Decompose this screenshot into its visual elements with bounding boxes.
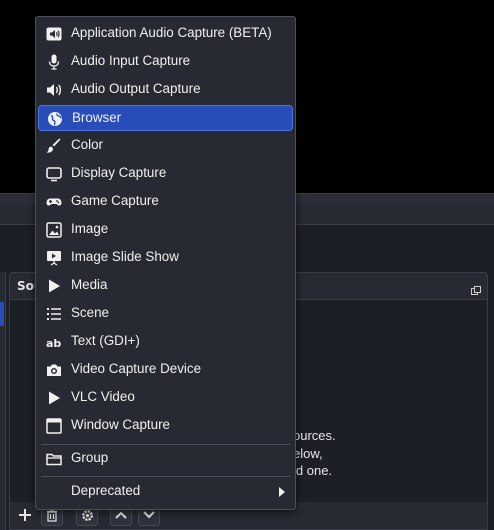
undock-icon[interactable] [471,280,481,295]
monitor-icon [46,166,62,182]
menu-item-deprecated[interactable]: Deprecated [38,479,293,505]
chevron-up-icon [115,511,127,519]
menu-item-label: Text (GDI+) [71,333,140,348]
menu-item-image-slide-show[interactable]: Image Slide Show [38,245,293,271]
menu-item-media[interactable]: Media [38,273,293,299]
menu-item-display-capture[interactable]: Display Capture [38,161,293,187]
menu-item-label: Display Capture [71,165,167,180]
menu-item-audio-input-capture[interactable]: Audio Input Capture [38,49,293,75]
slideshow-icon [46,250,62,266]
menu-item-audio-output-capture[interactable]: Audio Output Capture [38,77,293,103]
camera-icon [46,362,62,378]
selected-scene-indicator [0,302,4,326]
hint-line-1: ources. [293,428,336,443]
play-icon [46,278,62,294]
menu-item-group[interactable]: Group [38,446,293,472]
menu-item-label: Image [71,221,109,236]
hint-line-2: elow, [293,445,323,461]
menu-item-scene[interactable]: Scene [38,301,293,327]
menu-item-game-capture[interactable]: Game Capture [38,189,293,215]
menu-item-label: Window Capture [71,417,170,432]
menu-item-browser[interactable]: Browser [38,105,293,131]
menu-separator [41,476,290,477]
chevron-down-icon [143,511,155,519]
gear-icon [81,509,93,521]
brush-icon [46,138,62,154]
menu-item-label: Color [71,137,103,152]
menu-item-label: Group [71,450,109,465]
menu-item-label: Media [71,277,108,292]
speaker-icon [46,82,62,98]
menu-item-label: Video Capture Device [71,361,202,376]
menu-item-image[interactable]: Image [38,217,293,243]
menu-item-color[interactable]: Color [38,133,293,159]
svg-text:ab: ab [46,337,61,350]
menu-item-text-gdi[interactable]: ab Text (GDI+) [38,329,293,355]
menu-item-video-capture-device[interactable]: Video Capture Device [38,357,293,383]
microphone-icon [46,54,62,70]
image-icon [46,222,62,238]
menu-item-label: Scene [71,305,109,320]
globe-icon [47,111,63,127]
list-icon [46,306,62,322]
menu-item-label: Deprecated [71,483,141,498]
empty-sources-hint: ources. elow, ld one. [293,427,336,480]
gamepad-icon [46,194,62,210]
menu-item-application-audio-capture[interactable]: Application Audio Capture (BETA) [38,21,293,47]
folder-icon [46,451,62,467]
menu-item-vlc-video[interactable]: VLC Video [38,385,293,411]
menu-separator [41,444,290,445]
menu-item-label: Game Capture [71,193,159,208]
menu-item-label: Audio Output Capture [71,81,201,96]
menu-item-window-capture[interactable]: Window Capture [38,413,293,439]
menu-item-label: Audio Input Capture [71,53,191,68]
menu-item-label: Browser [72,110,122,125]
text-icon: ab [46,334,62,350]
hint-line-3: ld one. [293,463,333,478]
plus-icon [19,509,31,521]
add-source-menu: Application Audio Capture (BETA) Audio I… [35,16,296,510]
chevron-right-icon [279,487,285,497]
scenes-dock [0,272,6,530]
add-source-button[interactable] [14,504,36,526]
menu-item-label: Image Slide Show [71,249,179,264]
window-icon [46,418,62,434]
menu-item-label: Application Audio Capture (BETA) [71,25,272,40]
menu-item-label: VLC Video [71,389,135,404]
speaker-box-icon [46,26,62,42]
trash-icon [47,508,57,522]
play-icon [46,390,62,406]
